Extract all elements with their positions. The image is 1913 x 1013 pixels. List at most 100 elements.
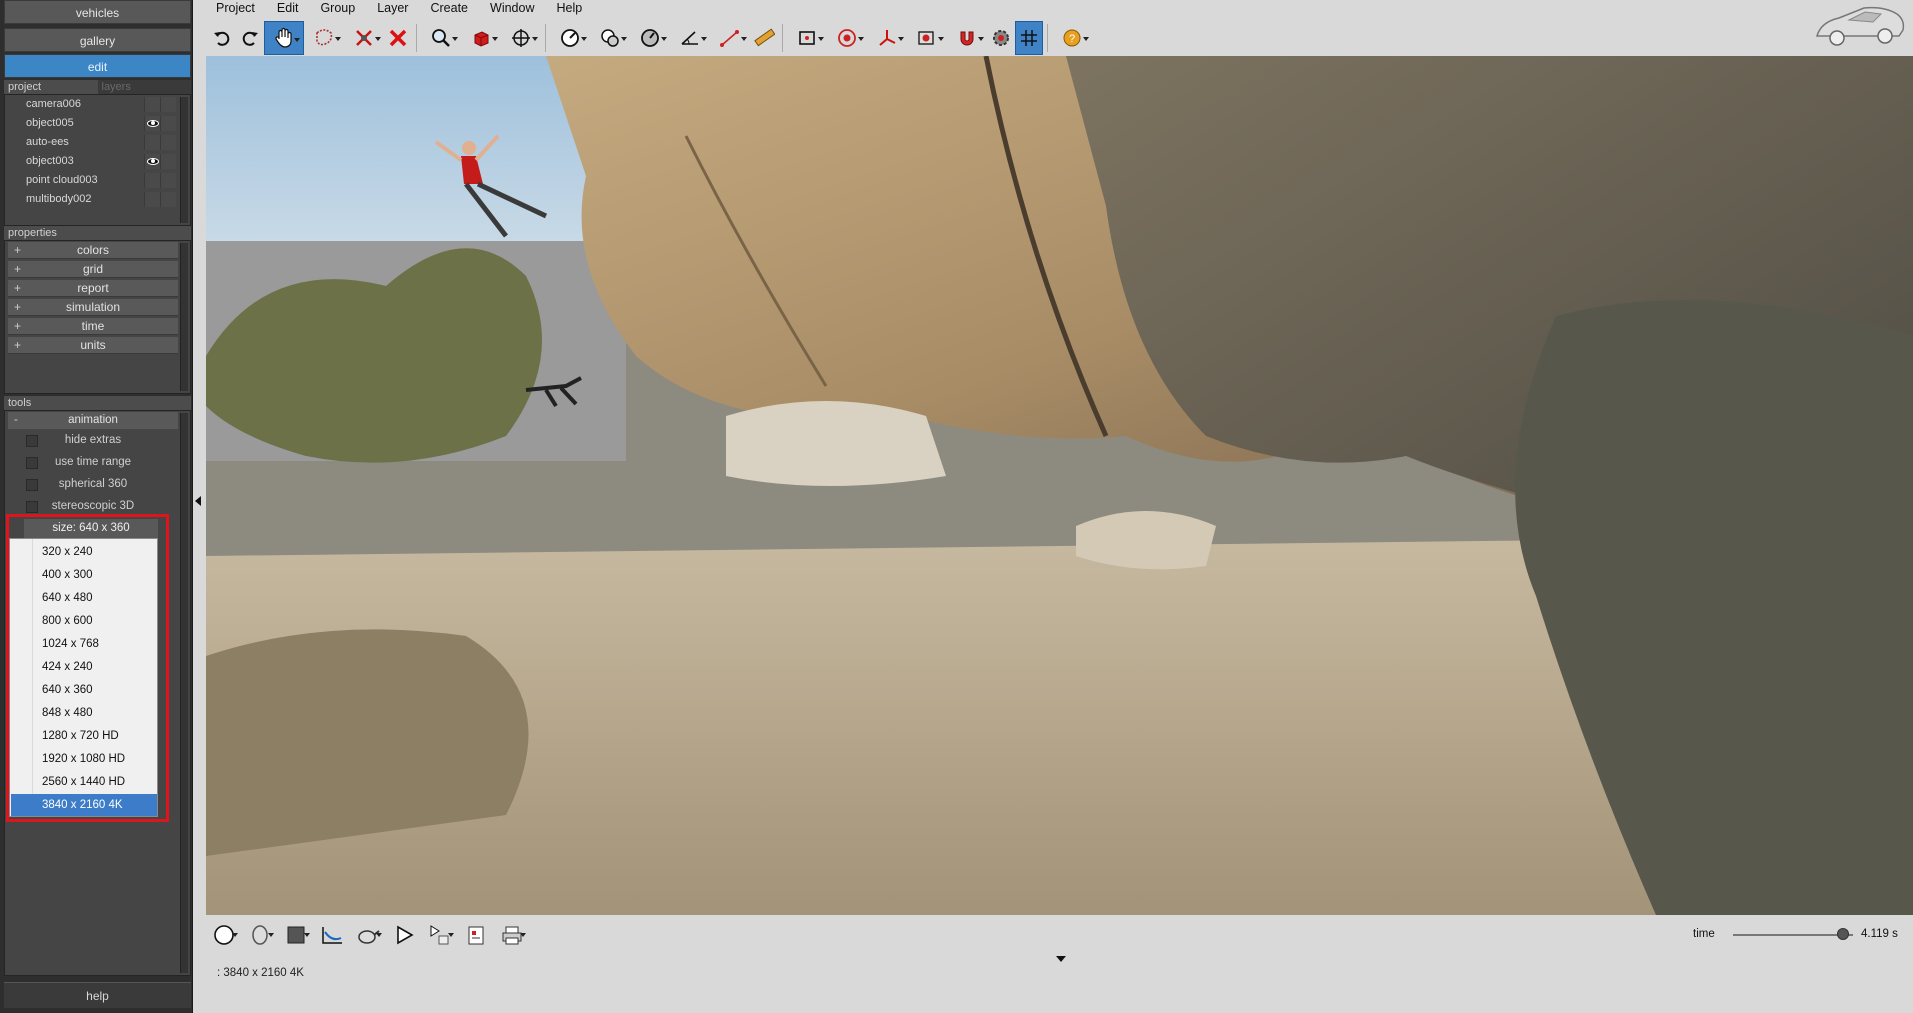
move-icon[interactable]: [501, 21, 541, 55]
target-icon[interactable]: [827, 21, 867, 55]
measure-icon[interactable]: [710, 21, 750, 55]
menu-window[interactable]: Window: [479, 0, 545, 17]
prop-report[interactable]: + report: [8, 280, 178, 297]
layer-multibody002[interactable]: multibody002: [4, 190, 176, 209]
checkbox[interactable]: [26, 479, 38, 491]
tools-scrollbar[interactable]: [180, 413, 188, 973]
layer-point-cloud003[interactable]: point cloud003: [4, 171, 176, 190]
size-option[interactable]: 1024 x 768: [11, 633, 157, 655]
playlist-icon[interactable]: [422, 919, 458, 951]
size-option[interactable]: 424 x 240: [11, 656, 157, 678]
layers-scrollbar[interactable]: [180, 97, 188, 223]
prop-colors[interactable]: + colors: [8, 242, 178, 259]
cube-icon[interactable]: [461, 21, 501, 55]
tool-hide-extras[interactable]: hide extras: [8, 430, 178, 451]
visibility-icon[interactable]: [146, 158, 159, 165]
tool-stereoscopic-3d[interactable]: stereoscopic 3D: [8, 496, 178, 517]
help-icon[interactable]: ?: [1052, 21, 1092, 55]
size-option[interactable]: 2560 x 1440 HD: [11, 771, 157, 793]
time-slider-thumb[interactable]: [1837, 928, 1850, 940]
prop-label: time: [81, 319, 105, 333]
report-icon[interactable]: [458, 919, 494, 951]
size-option-selected[interactable]: 3840 x 2160 4K: [11, 794, 157, 816]
gauge-icon[interactable]: [630, 21, 670, 55]
layer-object005[interactable]: object005: [4, 114, 176, 133]
properties-scrollbar[interactable]: [180, 243, 188, 391]
size-option[interactable]: 1280 x 720 HD: [11, 725, 157, 747]
tab-layers[interactable]: layers: [97, 80, 191, 94]
checkbox[interactable]: [26, 501, 38, 513]
head-icon[interactable]: [242, 919, 278, 951]
menu-edit[interactable]: Edit: [266, 0, 310, 17]
size-option[interactable]: 800 x 600: [11, 610, 157, 632]
time-value: 4.119 s: [1861, 928, 1898, 940]
help-button[interactable]: help: [4, 982, 191, 1008]
record-icon[interactable]: [907, 21, 947, 55]
zoom-icon[interactable]: [421, 21, 461, 55]
teapot-icon[interactable]: [350, 919, 386, 951]
menu-create[interactable]: Create: [419, 0, 479, 17]
app-window: vehicles gallery edit project layers cam…: [0, 0, 1913, 1013]
layer-object003[interactable]: object003: [4, 152, 176, 171]
size-select[interactable]: size: 640 x 360: [24, 519, 158, 538]
collapse-panel-arrow-icon[interactable]: [195, 496, 201, 506]
prop-time[interactable]: + time: [8, 318, 178, 335]
visibility-icon[interactable]: [146, 120, 159, 127]
menu-help[interactable]: Help: [545, 0, 593, 17]
nav-gallery[interactable]: gallery: [4, 28, 191, 52]
tools-animation-group[interactable]: - animation: [8, 412, 178, 429]
sphere-icon[interactable]: [206, 919, 242, 951]
layer-auto-ees[interactable]: auto-ees: [4, 133, 176, 152]
axes-icon[interactable]: [867, 21, 907, 55]
nav-edit[interactable]: edit: [4, 54, 191, 78]
magnet-icon[interactable]: [947, 21, 987, 55]
clock-gear-icon[interactable]: [590, 21, 630, 55]
graph-icon[interactable]: [314, 919, 350, 951]
delete-icon[interactable]: [384, 21, 412, 55]
ruler-icon[interactable]: [750, 21, 778, 55]
delete-joint-icon[interactable]: [344, 21, 384, 55]
settings-gear-icon[interactable]: [987, 21, 1015, 55]
lasso-icon[interactable]: [304, 21, 344, 55]
expand-icon[interactable]: +: [14, 299, 21, 316]
expand-icon[interactable]: +: [14, 261, 21, 278]
layer-name: multibody002: [26, 193, 92, 205]
pan-hand-icon[interactable]: [264, 21, 304, 55]
prop-units[interactable]: + units: [8, 337, 178, 354]
size-option[interactable]: 320 x 240: [11, 541, 157, 563]
size-option[interactable]: 640 x 360: [11, 679, 157, 701]
menu-group[interactable]: Group: [309, 0, 366, 17]
color-square-icon[interactable]: [278, 919, 314, 951]
print-icon[interactable]: [494, 919, 530, 951]
expand-icon[interactable]: +: [14, 242, 21, 259]
layer-camera006[interactable]: camera006: [4, 95, 176, 114]
checkbox[interactable]: [26, 457, 38, 469]
tool-use-time-range[interactable]: use time range: [8, 452, 178, 473]
tool-spherical-360[interactable]: spherical 360: [8, 474, 178, 495]
expand-icon[interactable]: +: [14, 337, 21, 354]
size-option[interactable]: 1920 x 1080 HD: [11, 748, 157, 770]
size-option[interactable]: 640 x 480: [11, 587, 157, 609]
expand-icon[interactable]: +: [14, 280, 21, 297]
expand-panel-arrow-icon[interactable]: [1056, 956, 1066, 962]
camera-frame-icon[interactable]: [787, 21, 827, 55]
prop-simulation[interactable]: + simulation: [8, 299, 178, 316]
time-slider-track[interactable]: [1733, 934, 1853, 936]
redo-icon[interactable]: [236, 21, 264, 55]
3d-viewport[interactable]: [206, 56, 1913, 915]
checkbox[interactable]: [26, 435, 38, 447]
angle-icon[interactable]: [670, 21, 710, 55]
expand-icon[interactable]: +: [14, 318, 21, 335]
play-icon[interactable]: [386, 919, 422, 951]
size-option[interactable]: 848 x 480: [11, 702, 157, 724]
grid-icon[interactable]: [1015, 21, 1043, 55]
undo-icon[interactable]: [208, 21, 236, 55]
speedometer-icon[interactable]: [550, 21, 590, 55]
size-option[interactable]: 400 x 300: [11, 564, 157, 586]
menu-layer[interactable]: Layer: [366, 0, 419, 17]
prop-grid[interactable]: + grid: [8, 261, 178, 278]
menu-project[interactable]: Project: [205, 0, 266, 17]
nav-vehicles[interactable]: vehicles: [4, 0, 191, 24]
tab-project[interactable]: project: [4, 80, 98, 94]
collapse-icon[interactable]: -: [14, 412, 18, 429]
